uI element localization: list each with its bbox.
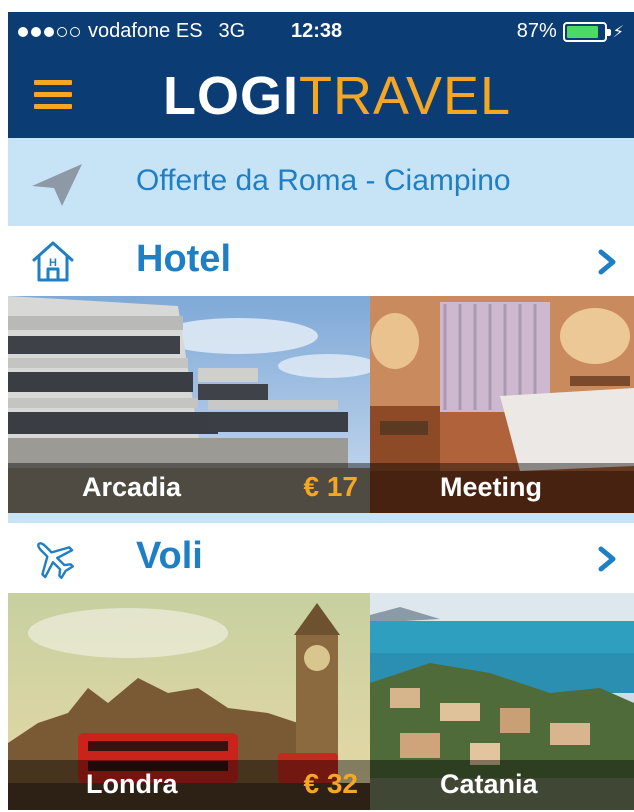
carrier-name: vodafone ES <box>88 20 203 42</box>
flight-tile-londra[interactable]: Londra € 32 <box>8 593 370 810</box>
location-offers-label: Offerte da Roma - Ciampino <box>136 164 511 197</box>
status-time: 12:38 <box>291 20 343 42</box>
charging-bolt-icon: ⚡ <box>612 23 624 41</box>
hotel-house-icon: H <box>32 241 74 282</box>
hotel-tile-arcadia[interactable]: Arcadia € 17 <box>8 296 370 513</box>
location-offers-bar[interactable]: Offerte da Roma - Ciampino <box>8 138 634 226</box>
section-title-flights: Voli <box>136 535 203 577</box>
hamburger-menu-icon[interactable] <box>34 80 82 114</box>
tile-price: € 17 <box>303 471 359 502</box>
section-header-flights[interactable]: Voli <box>8 523 634 593</box>
battery-icon <box>562 21 611 42</box>
svg-text:H: H <box>49 257 57 269</box>
battery-percent: 87% <box>516 20 557 42</box>
tile-name: Catania <box>440 769 538 799</box>
app-screen: vodafone ES 3G 12:38 87% ⚡ LOGITRAVEL Of… <box>8 12 634 812</box>
status-bar: vodafone ES 3G 12:38 87% ⚡ <box>8 12 634 52</box>
network-type: 3G <box>218 20 246 42</box>
logo-text-logi: LOGI <box>163 66 299 126</box>
section-title-hotel: Hotel <box>136 238 231 280</box>
tile-caption: Arcadia € 17 <box>8 463 370 513</box>
section-divider <box>8 513 634 523</box>
location-arrow-icon <box>32 164 82 206</box>
section-header-hotel[interactable]: H Hotel <box>8 226 634 296</box>
status-left: vodafone ES 3G <box>18 20 245 43</box>
hotel-tile-meeting[interactable]: Meeting <box>370 296 634 513</box>
signal-strength-icon <box>18 26 80 37</box>
tile-caption: Meeting <box>370 463 634 513</box>
tile-caption: Londra € 32 <box>8 760 370 810</box>
status-right: 87% ⚡ <box>517 20 624 43</box>
tile-price: € 32 <box>303 768 359 799</box>
chevron-right-icon[interactable] <box>596 248 618 276</box>
flight-tile-catania[interactable]: Catania <box>370 593 634 810</box>
tile-caption: Catania <box>370 760 634 810</box>
app-header: LOGITRAVEL <box>8 52 634 138</box>
battery-fill <box>566 25 599 38</box>
tile-name: Arcadia <box>82 472 182 502</box>
tile-name: Londra <box>86 769 178 799</box>
app-logo: LOGITRAVEL <box>163 66 511 126</box>
tile-name: Meeting <box>440 472 543 502</box>
chevron-right-icon[interactable] <box>596 545 618 573</box>
airplane-icon <box>37 542 74 579</box>
logo-text-travel: TRAVEL <box>299 66 512 126</box>
